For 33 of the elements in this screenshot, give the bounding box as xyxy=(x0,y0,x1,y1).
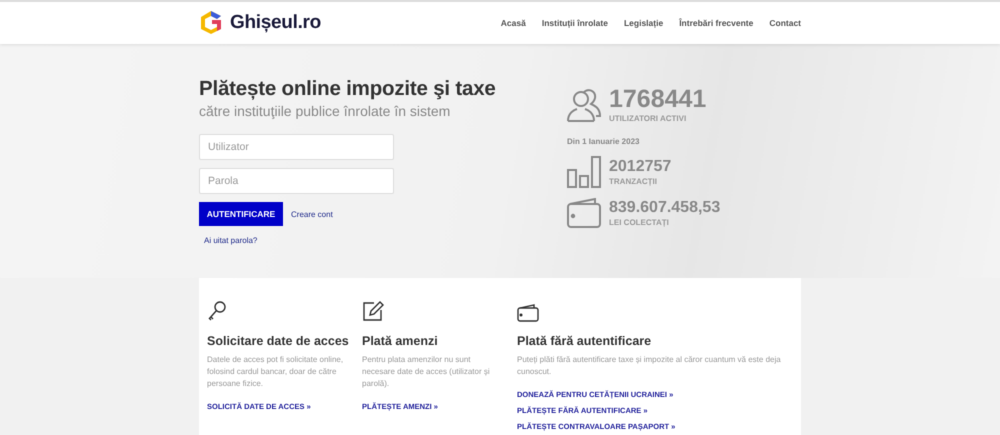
create-account-link[interactable]: Creare cont xyxy=(291,210,333,218)
stat-value: 839.607.458,53 xyxy=(609,200,720,216)
wallet-icon xyxy=(517,304,539,322)
nav-link[interactable]: Legislație xyxy=(624,18,664,28)
logo-icon[interactable] xyxy=(199,10,223,36)
wallet-icon xyxy=(567,198,601,228)
nav-link[interactable]: Întrebări frecvente xyxy=(679,18,754,28)
feature-description: Pentru plata amenzilor nu sunt necesare date de acces (utilizator și parolă). xyxy=(362,354,491,390)
nav-link[interactable]: Instituții înrolate xyxy=(542,18,608,28)
users-label: UTILIZATORI ACTIVI xyxy=(609,114,688,123)
stat-label: LEI COLECTAȚI xyxy=(609,218,670,226)
hero-subtitle: către instituţiile publice înrolate în sistem xyxy=(199,103,452,119)
nav-link[interactable]: Contact xyxy=(769,18,801,28)
stat-label: TRANZACȚII xyxy=(609,176,658,186)
edit-icon xyxy=(362,300,384,322)
users-icon xyxy=(567,88,601,122)
key-icon xyxy=(207,300,227,322)
hero-title: Plătește online impozite şi taxe xyxy=(199,77,496,101)
since-date: Din 1 Ianuarie 2023 xyxy=(567,137,640,146)
feature-title: Plată fără autentificare xyxy=(517,334,652,348)
login-button[interactable]: AUTENTIFICARE xyxy=(199,202,283,226)
feature-description: Puteți plăti fără autentificare taxe și impozite al căror cuantum vă este deja cunoscut. xyxy=(517,354,781,378)
password-field[interactable]: Parola xyxy=(199,168,394,194)
nav-link[interactable]: Acasă xyxy=(500,18,526,28)
feature-title: Solicitare date de acces xyxy=(207,334,350,348)
username-field[interactable]: Utilizator xyxy=(199,134,394,160)
site-logo-text[interactable]: Ghișeul.ro xyxy=(230,12,321,34)
forgot-password-link[interactable]: Ai uitat parola? xyxy=(204,236,258,245)
feature-description: Datele de acces pot fi solicitate online, folosind cardul bancar, doar de către persoane fizice. xyxy=(207,354,344,390)
users-count: 1768441 xyxy=(609,87,706,112)
stat-value: 2012757 xyxy=(609,158,672,174)
bar-chart-icon xyxy=(567,156,601,188)
feature-title: Plată amenzi xyxy=(362,334,439,348)
